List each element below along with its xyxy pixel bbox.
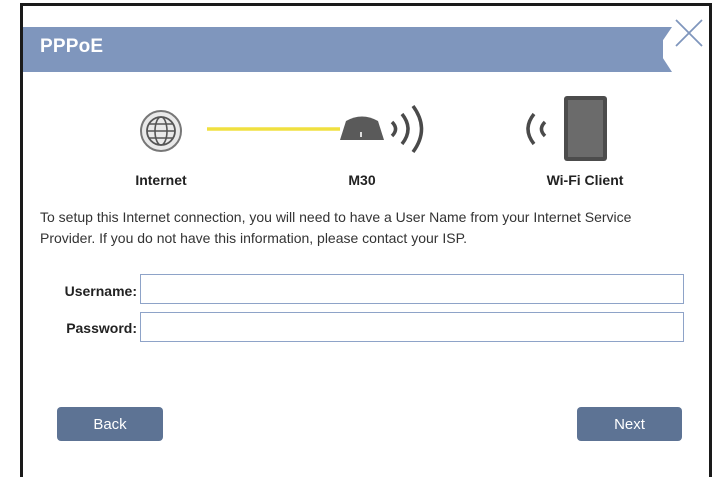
wifi-client-label: Wi-Fi Client	[546, 172, 624, 188]
internet-label: Internet	[135, 172, 187, 188]
password-input[interactable]	[140, 312, 684, 342]
connection-diagram	[140, 96, 607, 161]
router-icon	[340, 116, 384, 140]
next-button[interactable]: Next	[577, 407, 682, 441]
back-button[interactable]: Back	[57, 407, 163, 441]
wifi-waves-client-icon	[526, 112, 547, 146]
intro-text: To setup this Internet connection, you w…	[40, 209, 632, 246]
device-label: M30	[348, 172, 376, 188]
username-label: Username:	[64, 283, 137, 299]
wifi-waves-icon	[390, 104, 424, 154]
username-input[interactable]	[140, 274, 684, 304]
password-label: Password:	[66, 320, 137, 336]
globe-icon	[140, 110, 182, 152]
tablet-icon	[564, 96, 607, 161]
